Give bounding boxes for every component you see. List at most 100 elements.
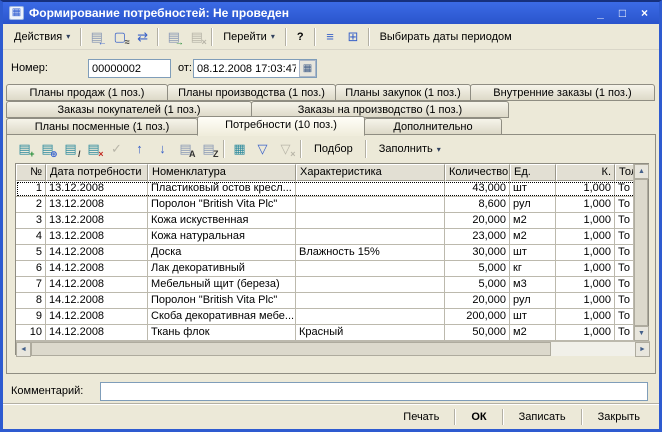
clear-filter-button[interactable]: ▽ × — [274, 139, 297, 160]
column-header-unit[interactable]: Ед. — [510, 164, 556, 181]
number-input[interactable] — [88, 59, 171, 78]
column-header-number[interactable]: № — [16, 164, 46, 181]
cell-date[interactable]: 14.12.2008 — [46, 261, 148, 277]
commit-row-button[interactable]: ✓ — [105, 139, 128, 160]
cell-item[interactable]: Поролон "British Vita Plc" — [148, 197, 296, 213]
cell-quantity[interactable]: 43,000 — [445, 181, 510, 197]
cell-truncated[interactable]: То — [615, 197, 635, 213]
cell-characteristic[interactable] — [296, 277, 445, 293]
cell-unit[interactable]: шт — [510, 181, 556, 197]
cell-characteristic[interactable]: Влажность 15% — [296, 245, 445, 261]
table-row[interactable]: 8 14.12.2008 Поролон "British Vita Plc" … — [16, 293, 648, 309]
cell-k[interactable]: 1,000 — [556, 213, 615, 229]
cell-date[interactable]: 14.12.2008 — [46, 245, 148, 261]
cell-k[interactable]: 1,000 — [556, 293, 615, 309]
cell-k[interactable]: 1,000 — [556, 245, 615, 261]
cell-characteristic[interactable] — [296, 197, 445, 213]
cell-number[interactable]: 6 — [16, 261, 46, 277]
ok-button[interactable]: ОК — [458, 407, 499, 427]
table-row[interactable]: 7 14.12.2008 Мебельный щит (береза) 5,00… — [16, 277, 648, 293]
column-header-item[interactable]: Номенклатура — [148, 164, 296, 181]
exchange-button[interactable]: ⇄ — [131, 26, 154, 47]
cell-unit[interactable]: м2 — [510, 213, 556, 229]
datetime-input[interactable] — [194, 61, 299, 76]
tab-sales-plans[interactable]: Планы продаж (1 поз.) — [6, 84, 168, 101]
edit-row-button[interactable]: ▤ / — [59, 139, 82, 160]
move-up-button[interactable]: ↑ — [128, 139, 151, 160]
cell-truncated[interactable]: То — [615, 181, 635, 197]
vscroll-thumb[interactable] — [634, 179, 648, 326]
cell-k[interactable]: 1,000 — [556, 261, 615, 277]
column-header-quantity[interactable]: Количество — [445, 164, 510, 181]
cell-number[interactable]: 9 — [16, 309, 46, 325]
cell-k[interactable]: 1,000 — [556, 277, 615, 293]
table-row[interactable]: 10 14.12.2008 Ткань флок Красный 50,000 … — [16, 325, 648, 341]
scroll-down-button[interactable]: ▼ — [634, 326, 649, 341]
form-settings-button[interactable]: ⊞ — [342, 26, 365, 47]
hscroll-thumb[interactable] — [31, 342, 551, 356]
cell-unit[interactable]: м2 — [510, 325, 556, 341]
cell-unit[interactable]: м3 — [510, 277, 556, 293]
tab-requirements[interactable]: Потребности (10 поз.) — [197, 116, 365, 136]
select-dates-button[interactable]: Выбирать даты периодом — [373, 27, 519, 47]
cell-truncated[interactable]: То — [615, 277, 635, 293]
sort-ascending-button[interactable]: ▤ A — [174, 139, 197, 160]
cell-unit[interactable]: рул — [510, 293, 556, 309]
cell-quantity[interactable]: 20,000 — [445, 293, 510, 309]
unpost-document-button[interactable]: ▤ × — [185, 26, 208, 47]
cell-unit[interactable]: шт — [510, 309, 556, 325]
cell-quantity[interactable]: 8,600 — [445, 197, 510, 213]
cell-quantity[interactable]: 20,000 — [445, 213, 510, 229]
scroll-right-button[interactable]: ► — [635, 342, 650, 357]
scroll-up-button[interactable]: ▲ — [634, 164, 649, 179]
cell-item[interactable]: Мебельный щит (береза) — [148, 277, 296, 293]
cell-date[interactable]: 14.12.2008 — [46, 309, 148, 325]
cell-date[interactable]: 13.12.2008 — [46, 229, 148, 245]
cell-k[interactable]: 1,000 — [556, 309, 615, 325]
cell-characteristic[interactable] — [296, 213, 445, 229]
copy-row-button[interactable]: ▤ ⊕ — [36, 139, 59, 160]
cell-date[interactable]: 13.12.2008 — [46, 197, 148, 213]
post-document-button[interactable]: ▤ → — [162, 26, 185, 47]
cell-truncated[interactable]: То — [615, 213, 635, 229]
tab-purchase-plans[interactable]: Планы закупок (1 поз.) — [335, 84, 471, 101]
table-row[interactable]: 4 13.12.2008 Кожа натуральная 23,000 м2 … — [16, 229, 648, 245]
cell-quantity[interactable]: 30,000 — [445, 245, 510, 261]
cell-number[interactable]: 10 — [16, 325, 46, 341]
cell-unit[interactable]: кг — [510, 261, 556, 277]
document-movements-button[interactable]: ▢ ≈ — [108, 26, 131, 47]
cell-k[interactable]: 1,000 — [556, 197, 615, 213]
cell-unit[interactable]: рул — [510, 197, 556, 213]
tab-shift-plans[interactable]: Планы посменные (1 поз.) — [6, 118, 198, 135]
cell-item[interactable]: Поролон "British Vita Plc" — [148, 293, 296, 309]
cell-characteristic[interactable]: Красный — [296, 325, 445, 341]
cell-number[interactable]: 5 — [16, 245, 46, 261]
cell-date[interactable]: 14.12.2008 — [46, 325, 148, 341]
cell-date[interactable]: 13.12.2008 — [46, 213, 148, 229]
cell-k[interactable]: 1,000 — [556, 325, 615, 341]
fill-menu-button[interactable]: Заполнить ▾ — [370, 139, 450, 159]
column-header-truncated[interactable]: Тол — [615, 164, 635, 181]
cell-truncated[interactable]: То — [615, 293, 635, 309]
cell-truncated[interactable]: То — [615, 309, 635, 325]
horizontal-scrollbar[interactable]: ◄ ► — [16, 341, 650, 357]
cell-unit[interactable]: шт — [510, 245, 556, 261]
cell-characteristic[interactable] — [296, 229, 445, 245]
cell-item[interactable]: Пластиковый остов кресл... — [148, 181, 296, 197]
help-button[interactable]: ? — [290, 27, 311, 47]
sort-descending-button[interactable]: ▤ Z — [197, 139, 220, 160]
cell-item[interactable]: Кожа искуственная — [148, 213, 296, 229]
cell-quantity[interactable]: 50,000 — [445, 325, 510, 341]
cell-k[interactable]: 1,000 — [556, 229, 615, 245]
maximize-button[interactable]: □ — [614, 6, 631, 20]
cell-item[interactable]: Доска — [148, 245, 296, 261]
hscroll-track[interactable] — [551, 342, 635, 356]
grid-settings-button[interactable]: ▦ — [228, 139, 251, 160]
goto-menu-button[interactable]: Перейти ▾ — [216, 27, 282, 47]
cell-characteristic[interactable] — [296, 293, 445, 309]
cell-number[interactable]: 4 — [16, 229, 46, 245]
filter-sort-button[interactable]: ▽ — [251, 139, 274, 160]
table-row[interactable]: 3 13.12.2008 Кожа искуственная 20,000 м2… — [16, 213, 648, 229]
cell-number[interactable]: 1 — [16, 181, 46, 197]
cell-item[interactable]: Лак декоративный — [148, 261, 296, 277]
